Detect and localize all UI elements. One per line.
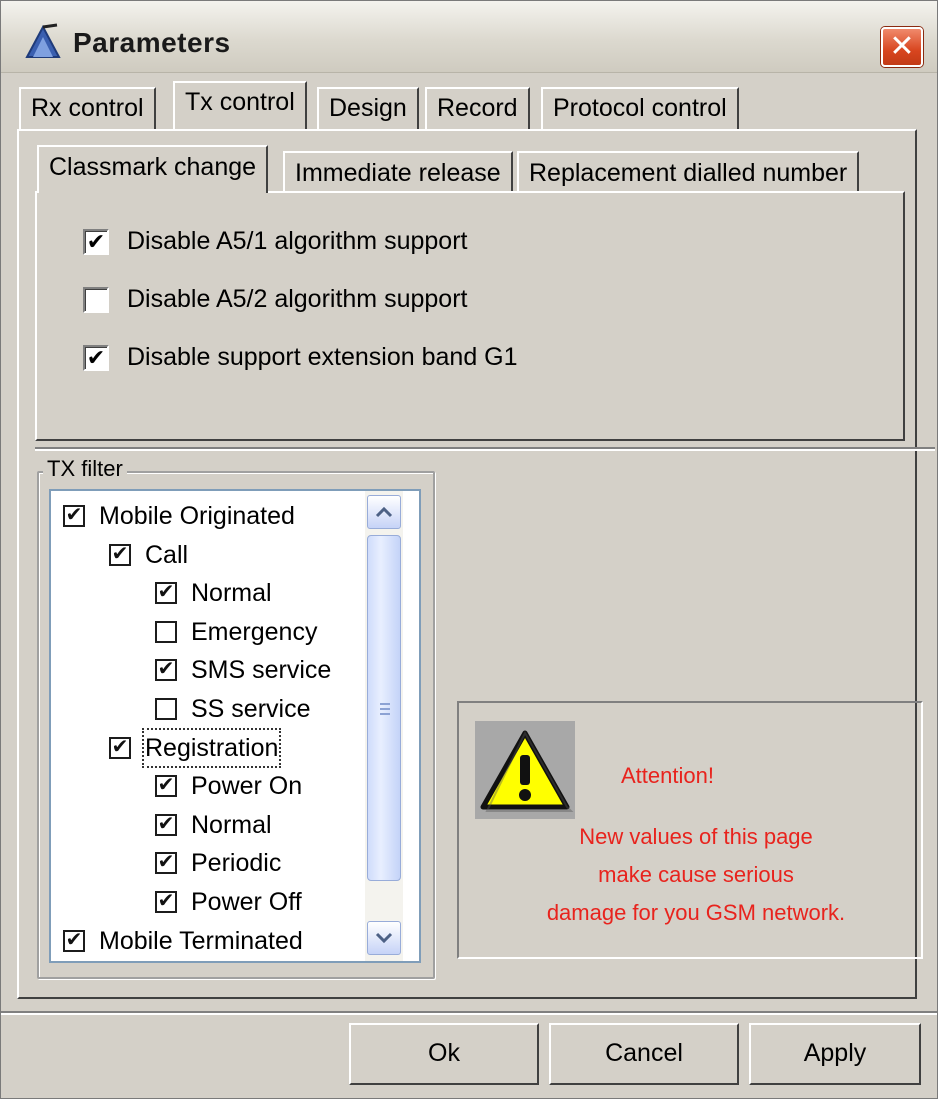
warning-line: damage for you GSM network. <box>546 900 846 925</box>
warning-icon <box>480 730 574 812</box>
tree-checkbox[interactable]: ✔ <box>63 929 85 952</box>
tree-checkbox[interactable]: ✔ <box>155 852 177 875</box>
antenna-icon <box>25 23 61 58</box>
tab-protocol-control[interactable]: Protocol control <box>541 87 739 129</box>
warning-title: Attention! <box>621 763 714 788</box>
warning-line: New values of this page <box>579 824 813 849</box>
tab-rx-control[interactable]: Rx control <box>19 87 156 129</box>
subtab-classmark-change[interactable]: Classmark change <box>37 145 269 193</box>
tree-item-label: Registration <box>141 727 282 768</box>
warning-icon-frame <box>475 721 575 819</box>
tab-design[interactable]: Design <box>317 87 419 129</box>
warning-line: make cause serious <box>598 862 794 887</box>
tree-checkbox[interactable]: ✔ <box>155 891 177 913</box>
tree-item-label: Normal <box>191 579 272 608</box>
tx-filter-legend: TX filter <box>43 456 127 482</box>
ok-button[interactable]: Ok <box>349 1023 539 1085</box>
bottom-divider <box>1 1011 937 1015</box>
close-icon: ✕ <box>889 30 915 63</box>
checkbox[interactable]: ✔ <box>83 345 109 371</box>
cancel-button[interactable]: Cancel <box>549 1023 739 1085</box>
tree-item-label: SMS service <box>191 656 332 685</box>
tree-checkbox[interactable]: ✔ <box>109 543 131 566</box>
tree-item-label: Mobile Terminated <box>99 926 303 955</box>
tree-item-label: Mobile Originated <box>99 502 295 530</box>
apply-button[interactable]: Apply <box>749 1023 921 1085</box>
option-label: Disable support extension band G1 <box>127 343 518 371</box>
tree-item-label: Power On <box>191 772 303 801</box>
tree-checkbox[interactable] <box>155 698 177 720</box>
window-title: Parameters <box>73 27 231 58</box>
checkbox[interactable] <box>83 287 109 313</box>
tab-tx-control[interactable]: Tx control <box>173 81 307 129</box>
tab-record[interactable]: Record <box>425 87 530 129</box>
tree-checkbox[interactable]: ✔ <box>109 736 131 759</box>
option-label: Disable A5/1 algorithm support <box>127 227 468 255</box>
close-button[interactable]: ✕ <box>881 27 923 67</box>
tree-item-label: SS service <box>191 695 311 723</box>
tree-checkbox[interactable]: ✔ <box>155 813 177 836</box>
tree-checkbox[interactable] <box>155 620 177 643</box>
parameters-window: Parameters ✕ Rx control Tx control Desig… <box>0 0 938 1099</box>
tree-checkbox[interactable]: ✔ <box>63 505 85 527</box>
tree-item-label: Periodic <box>191 849 282 878</box>
scroll-down-button[interactable] <box>367 921 401 955</box>
subtab-replacement-dialled-number[interactable]: Replacement dialled number <box>517 151 860 193</box>
tree-item-label: Call <box>145 540 189 569</box>
checkbox[interactable]: ✔ <box>83 229 109 255</box>
chevron-up-icon <box>375 506 393 518</box>
tree-checkbox[interactable]: ✔ <box>155 659 177 682</box>
divider <box>35 447 935 451</box>
scroll-thumb[interactable] <box>367 535 401 881</box>
chevron-down-icon <box>375 932 393 944</box>
option-label: Disable A5/2 algorithm support <box>127 285 468 313</box>
title-bar: Parameters ✕ <box>1 1 937 73</box>
tree-checkbox[interactable]: ✔ <box>155 775 177 798</box>
scroll-up-button[interactable] <box>367 495 401 529</box>
tree-scrollbar[interactable] <box>365 491 403 961</box>
tree-checkbox[interactable]: ✔ <box>155 582 177 605</box>
subtab-immediate-release[interactable]: Immediate release <box>283 151 513 193</box>
tree-item-label: Emergency <box>191 617 318 646</box>
tree-item-label: Normal <box>191 810 272 839</box>
tree-item-label: Power Off <box>191 888 302 916</box>
